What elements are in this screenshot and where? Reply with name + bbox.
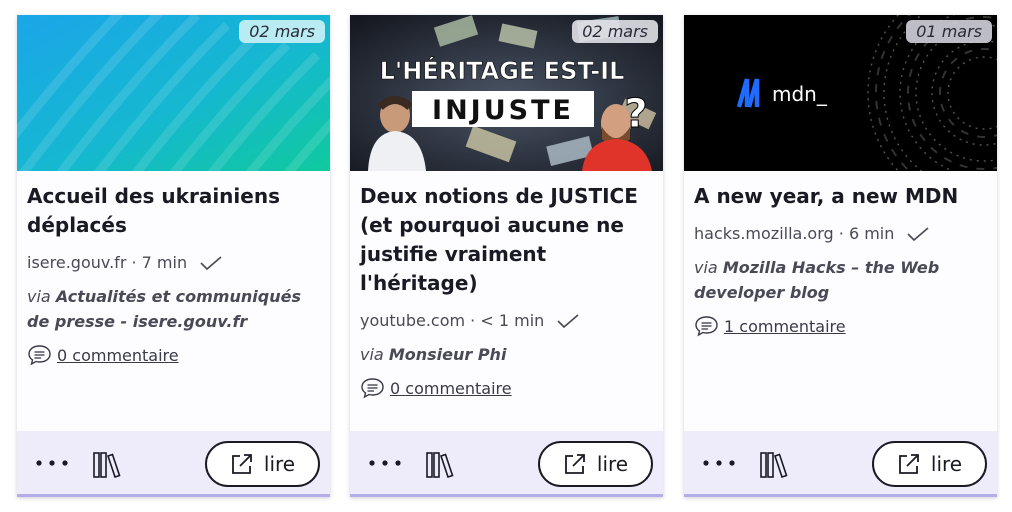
card-actions: lire [350, 431, 663, 494]
article-source: via Mozilla Hacks – the Web developer bl… [694, 258, 940, 302]
thumbnail-headline-line1: L'HÉRITAGE EST-IL [380, 56, 625, 85]
article-thumbnail[interactable]: 02 mars [17, 15, 330, 171]
read-button[interactable]: lire [205, 441, 320, 487]
card-actions: lire [17, 431, 330, 494]
read-button-label: lire [596, 452, 629, 476]
comments-link[interactable]: 0 commentaire [27, 344, 320, 366]
read-button-label: lire [263, 452, 296, 476]
article-meta: youtube.com · < 1 min [360, 311, 653, 330]
read-button-label: lire [930, 452, 963, 476]
article-meta: hacks.mozilla.org · 6 min [694, 224, 987, 243]
article-source: via Actualités et communiqués de presse … [27, 287, 301, 331]
reading-time: 6 min [848, 224, 895, 243]
comment-icon [28, 345, 51, 366]
source-name[interactable]: Actualités et communiqués de presse - is… [27, 287, 301, 331]
article-grid: 02 mars Accueil des ukrainiens déplacés … [0, 0, 1012, 512]
library-books-icon[interactable] [92, 451, 122, 479]
comments-count[interactable]: 0 commentaire [390, 379, 512, 398]
check-icon[interactable] [199, 255, 223, 271]
external-link-icon [231, 454, 252, 474]
source-name[interactable]: Mozilla Hacks – the Web developer blog [694, 258, 939, 302]
comment-icon [695, 316, 718, 337]
comment-icon [361, 378, 384, 399]
external-link-icon [898, 454, 919, 474]
external-link-icon [564, 454, 585, 474]
more-dots-icon[interactable] [368, 459, 402, 467]
check-icon[interactable] [906, 226, 930, 242]
article-meta: isere.gouv.fr · 7 min [27, 253, 320, 272]
reading-time: 7 min [141, 253, 188, 272]
card-actions: lire [684, 431, 997, 494]
article-title[interactable]: Deux notions de JUSTICE (et pourquoi auc… [360, 182, 653, 298]
check-icon[interactable] [556, 313, 580, 329]
library-books-icon[interactable] [425, 451, 455, 479]
article-source: via Monsieur Phi [360, 345, 507, 364]
comments-link[interactable]: 0 commentaire [360, 377, 653, 399]
article-domain: hacks.mozilla.org [694, 224, 834, 243]
article-card[interactable]: L'HÉRITAGE EST-IL INJUSTE ? 02 mars Deux… [350, 15, 663, 497]
more-dots-icon[interactable] [702, 459, 736, 467]
source-name[interactable]: Monsieur Phi [389, 345, 507, 364]
date-badge: 01 mars [906, 20, 992, 43]
library-books-icon[interactable] [759, 451, 789, 479]
comments-count[interactable]: 0 commentaire [57, 346, 179, 365]
more-dots-icon[interactable] [35, 459, 69, 467]
article-domain: isere.gouv.fr [27, 253, 127, 272]
article-domain: youtube.com [360, 311, 466, 330]
mdn-logo-text: mdn_ [772, 82, 828, 106]
thumbnail-question-mark: ? [624, 91, 647, 137]
reading-time: < 1 min [480, 311, 545, 330]
date-badge: 02 mars [572, 20, 658, 43]
article-card[interactable]: 02 mars Accueil des ukrainiens déplacés … [17, 15, 330, 497]
article-card[interactable]: mdn_ 01 mars A new year, a new MDN hacks… [684, 15, 997, 497]
article-thumbnail[interactable]: L'HÉRITAGE EST-IL INJUSTE ? 02 mars [350, 15, 663, 171]
article-title[interactable]: A new year, a new MDN [694, 182, 987, 211]
comments-count[interactable]: 1 commentaire [724, 317, 846, 336]
article-title[interactable]: Accueil des ukrainiens déplacés [27, 182, 320, 240]
comments-link[interactable]: 1 commentaire [694, 315, 987, 337]
read-button[interactable]: lire [872, 441, 987, 487]
date-badge: 02 mars [239, 20, 325, 43]
article-thumbnail[interactable]: mdn_ 01 mars [684, 15, 997, 171]
thumbnail-headline-line2: INJUSTE [432, 95, 574, 126]
read-button[interactable]: lire [538, 441, 653, 487]
